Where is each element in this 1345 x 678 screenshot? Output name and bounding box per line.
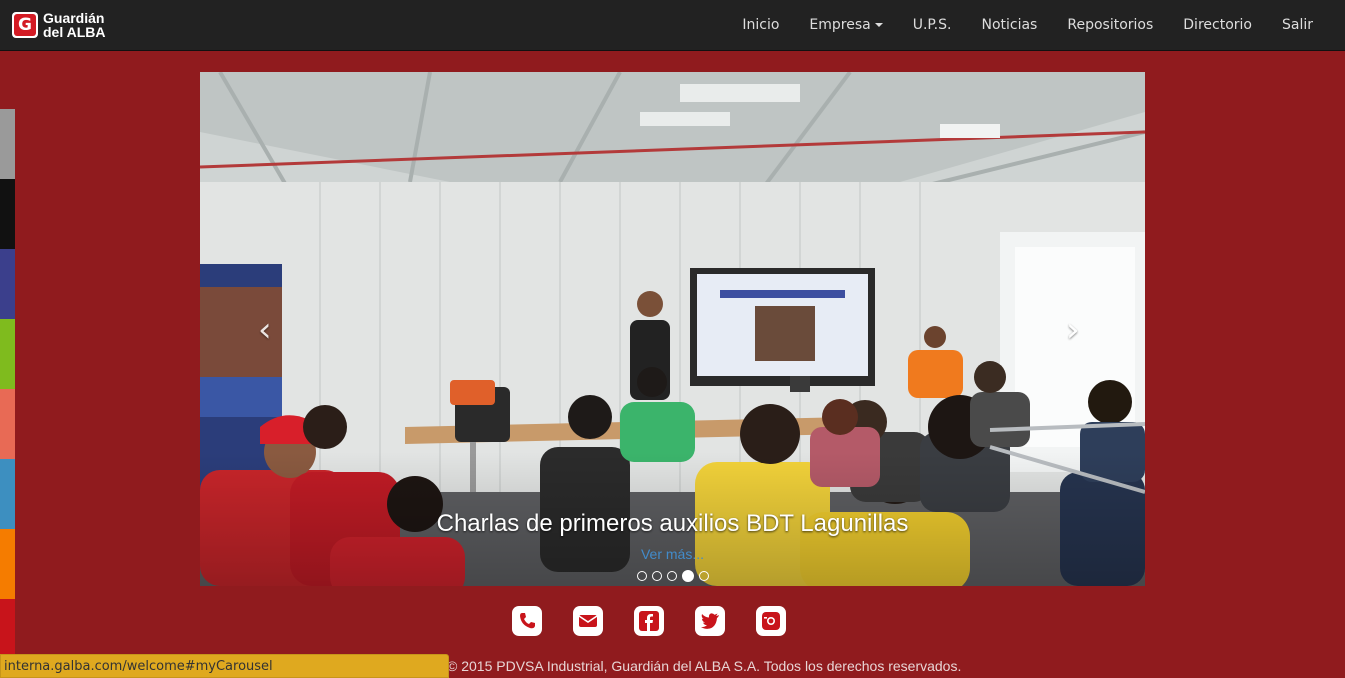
instagram-icon[interactable] (756, 606, 786, 636)
carousel-indicator-dot[interactable] (637, 571, 647, 581)
see-more-link[interactable]: Ver más... (200, 546, 1145, 562)
side-share-button[interactable] (0, 109, 15, 179)
carousel-caption: Charlas de primeros auxilios BDT Lagunil… (436, 510, 909, 537)
carousel-indicator-dot[interactable] (682, 570, 694, 582)
carousel-slide-image (200, 72, 1145, 586)
phone-icon[interactable] (512, 606, 542, 636)
side-share-button[interactable] (0, 249, 15, 319)
twitter-icon[interactable] (695, 606, 725, 636)
nav-label: Directorio (1183, 17, 1252, 33)
brand-line-2: del ALBA (43, 24, 106, 40)
nav-label: Repositorios (1067, 17, 1154, 33)
main-nav: Inicio Empresa U.P.S. Noticias Repositor… (727, 0, 1328, 50)
mail-icon[interactable] (573, 606, 603, 636)
news-carousel: ‹ › Charlas de primeros auxilios BDT Lag… (200, 72, 1145, 586)
facebook-icon[interactable] (634, 606, 664, 636)
side-share-strip (0, 109, 15, 669)
side-share-button[interactable] (0, 389, 15, 459)
browser-status-bar: interna.galba.com/welcome#myCarousel (0, 654, 449, 678)
brand-logo[interactable]: G Guardián del ALBA (12, 7, 105, 43)
nav-item-repositorios[interactable]: Repositorios (1052, 0, 1168, 50)
carousel-indicator-dot[interactable] (652, 571, 662, 581)
nav-label: Inicio (742, 17, 780, 33)
nav-item-noticias[interactable]: Noticias (966, 0, 1052, 50)
carousel-prev-button[interactable]: ‹ (258, 310, 272, 350)
social-links (512, 606, 786, 636)
nav-item-directorio[interactable]: Directorio (1168, 0, 1267, 50)
nav-label: Empresa (809, 17, 871, 33)
chevron-left-icon: ‹ (258, 310, 272, 350)
nav-item-salir[interactable]: Salir (1267, 0, 1328, 50)
status-url: interna.galba.com/welcome#myCarousel (4, 659, 273, 674)
brand-text: Guardián del ALBA (43, 11, 105, 39)
nav-item-inicio[interactable]: Inicio (727, 0, 794, 50)
nav-label: U.P.S. (912, 17, 952, 33)
side-share-button[interactable] (0, 179, 15, 249)
side-share-button[interactable] (0, 459, 15, 529)
nav-item-empresa[interactable]: Empresa (794, 0, 897, 50)
chevron-right-icon: › (1066, 310, 1080, 350)
top-navbar: G Guardián del ALBA Inicio Empresa U.P.S… (0, 0, 1345, 51)
nav-label: Salir (1281, 17, 1313, 33)
carousel-next-button[interactable]: › (1066, 310, 1080, 350)
carousel-indicator-dot[interactable] (699, 571, 709, 581)
nav-label: Noticias (981, 17, 1038, 33)
nav-item-ups[interactable]: U.P.S. (898, 0, 967, 50)
guardian-logo-icon: G (12, 12, 38, 38)
carousel-indicator-dot[interactable] (667, 571, 677, 581)
footer-copyright: © 2015 PDVSA Industrial, Guardián del AL… (447, 658, 962, 674)
caret-down-icon (874, 23, 883, 27)
side-share-button[interactable] (0, 529, 15, 599)
carousel-indicators (637, 570, 709, 582)
side-share-button[interactable] (0, 319, 15, 389)
brand-line-1: Guardián (43, 10, 105, 26)
